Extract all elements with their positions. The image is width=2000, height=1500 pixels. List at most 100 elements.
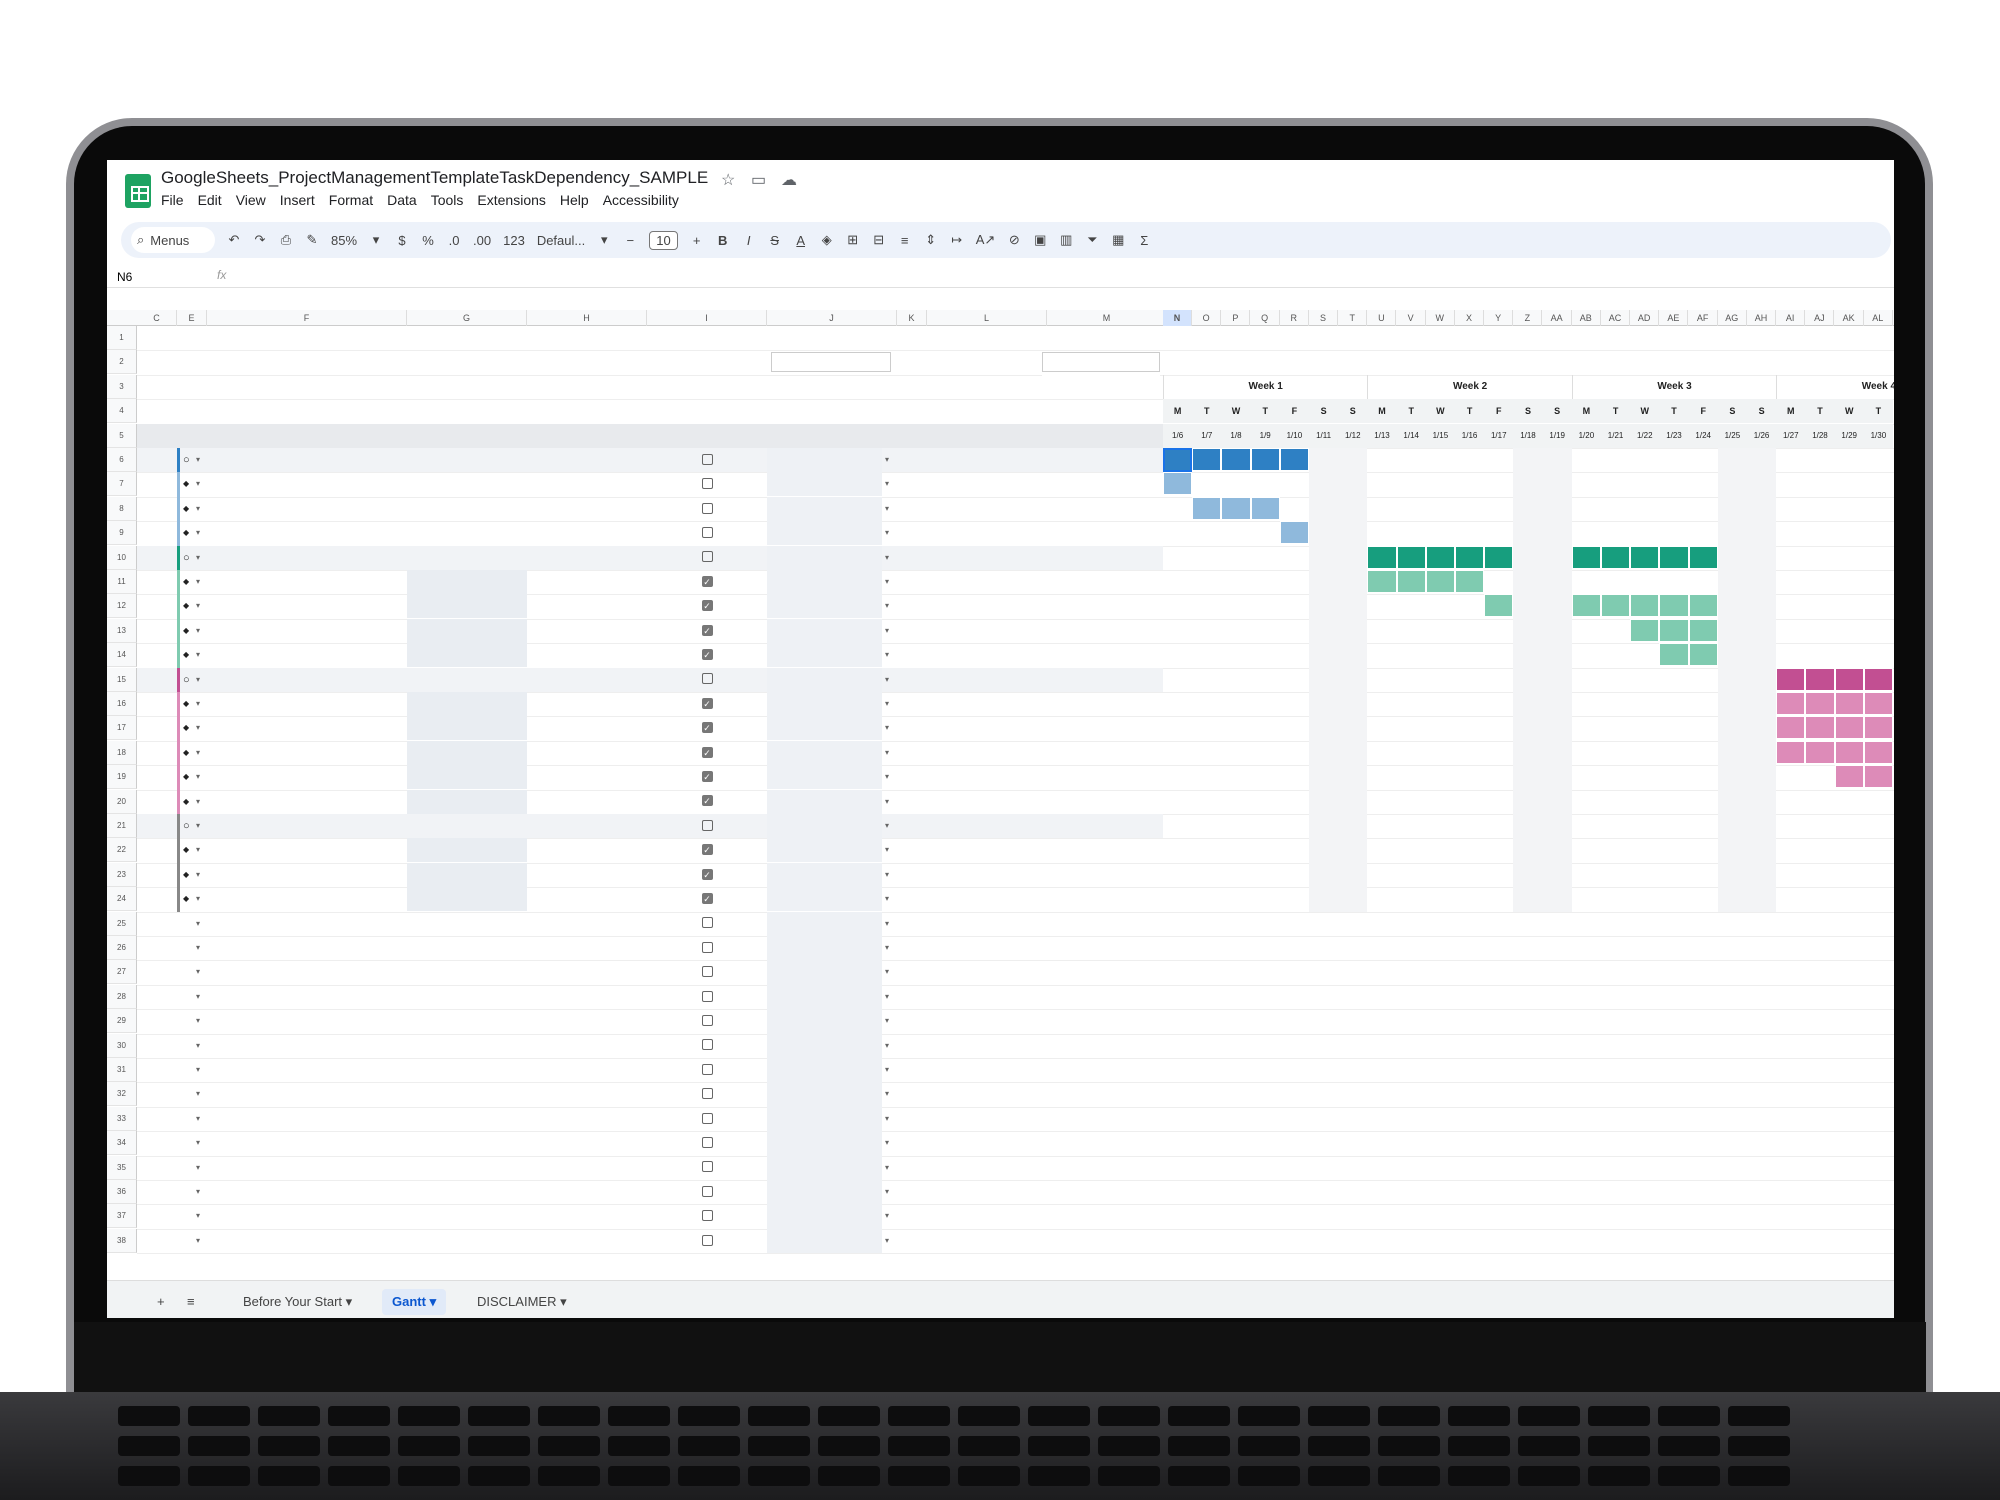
- column-header-u[interactable]: U: [1367, 310, 1397, 326]
- column-header-aa[interactable]: AA: [1543, 310, 1572, 326]
- dependency-id[interactable]: [897, 790, 927, 814]
- column-header-i[interactable]: I: [647, 310, 767, 326]
- manual-start[interactable]: [407, 716, 527, 741]
- exclude-weekends-select[interactable]: [1042, 352, 1160, 373]
- dependency-id[interactable]: [897, 741, 927, 765]
- column-header-ab[interactable]: AB: [1572, 310, 1601, 326]
- row-header[interactable]: 25: [107, 911, 137, 936]
- chevron-down-icon[interactable]: ▾: [885, 1041, 889, 1050]
- row-header[interactable]: 35: [107, 1155, 137, 1180]
- rotate-text-icon[interactable]: A↗: [976, 232, 996, 248]
- manual-start[interactable]: [407, 546, 527, 570]
- checkbox-icon[interactable]: [701, 1137, 713, 1149]
- currency-button[interactable]: $: [395, 233, 409, 248]
- dependency-type[interactable]: [767, 1155, 882, 1180]
- row-header[interactable]: 24: [107, 887, 137, 912]
- type-dropdown-icon[interactable]: ▾: [196, 699, 200, 708]
- use-dependency-checkbox[interactable]: [647, 594, 767, 618]
- menu-item-tools[interactable]: Tools: [431, 192, 464, 208]
- row-header[interactable]: 20: [107, 789, 137, 814]
- use-dependency-checkbox[interactable]: [647, 936, 767, 960]
- menu-item-file[interactable]: File: [161, 192, 184, 208]
- dependency-type[interactable]: [767, 618, 882, 643]
- dependency-id[interactable]: [897, 497, 927, 521]
- type-dropdown-icon[interactable]: ▾: [196, 1163, 200, 1172]
- tab-gantt[interactable]: Gantt ▾: [382, 1289, 447, 1315]
- type-dropdown-icon[interactable]: ▾: [196, 772, 200, 781]
- type-dropdown-icon[interactable]: ▾: [196, 1211, 200, 1220]
- column-header-p[interactable]: P: [1221, 310, 1251, 326]
- chevron-down-icon[interactable]: ▾: [885, 1114, 889, 1123]
- use-dependency-checkbox[interactable]: [647, 912, 767, 936]
- spreadsheet-grid[interactable]: C E F G H I J K L M N O P Q R S T U V W X Y Z AA AB AC AD AE AF AG AH A…: [107, 290, 1894, 1290]
- manual-start[interactable]: [407, 643, 527, 668]
- column-header-af[interactable]: AF: [1689, 310, 1718, 326]
- dependency-id[interactable]: [897, 546, 927, 570]
- type-dropdown-icon[interactable]: ▾: [196, 992, 200, 1001]
- manual-start[interactable]: [407, 814, 527, 838]
- manual-start[interactable]: [407, 497, 527, 521]
- column-header-y[interactable]: Y: [1484, 310, 1514, 326]
- align-icon[interactable]: ≡: [898, 233, 912, 248]
- duration[interactable]: [527, 887, 647, 911]
- type-dropdown-icon[interactable]: ▾: [196, 967, 200, 976]
- dependency-id[interactable]: [897, 570, 927, 594]
- type-dropdown-icon[interactable]: ▾: [196, 894, 200, 903]
- manual-start[interactable]: [407, 765, 527, 790]
- dependency-type[interactable]: [767, 887, 882, 912]
- chevron-down-icon[interactable]: ▾: [885, 772, 889, 781]
- row-header[interactable]: 6: [107, 448, 137, 472]
- column-header-q[interactable]: Q: [1251, 310, 1280, 326]
- dependency-id[interactable]: [897, 716, 927, 740]
- dependency-id[interactable]: [897, 643, 927, 667]
- type-dropdown-icon[interactable]: ▾: [196, 1114, 200, 1123]
- type-dropdown-icon[interactable]: ▾: [196, 650, 200, 659]
- checkbox-icon[interactable]: [701, 1161, 713, 1173]
- chevron-down-icon[interactable]: ▾: [885, 748, 889, 757]
- duration[interactable]: [527, 741, 647, 765]
- type-dropdown-icon[interactable]: ▾: [196, 1187, 200, 1196]
- manual-start[interactable]: [407, 448, 527, 472]
- chevron-down-icon[interactable]: ▾: [885, 1187, 889, 1196]
- row-header[interactable]: 31: [107, 1058, 137, 1082]
- more-formats-button[interactable]: 123: [503, 233, 525, 248]
- dependency-id[interactable]: [897, 692, 927, 716]
- checkbox-icon[interactable]: [701, 917, 713, 929]
- checkbox-icon[interactable]: [701, 868, 713, 880]
- dependency-type[interactable]: [767, 1033, 882, 1058]
- chevron-down-icon[interactable]: ▾: [885, 504, 889, 513]
- use-dependency-checkbox[interactable]: [647, 546, 767, 570]
- type-dropdown-icon[interactable]: ▾: [196, 821, 200, 830]
- duration[interactable]: [527, 619, 647, 643]
- use-dependency-checkbox[interactable]: [647, 570, 767, 594]
- type-dropdown-icon[interactable]: ▾: [196, 1065, 200, 1074]
- chevron-down-icon[interactable]: ▾: [885, 601, 889, 610]
- dependency-type[interactable]: [767, 1058, 882, 1083]
- filter-views-icon[interactable]: ▦: [1111, 232, 1125, 248]
- type-dropdown-icon[interactable]: ▾: [196, 675, 200, 684]
- use-dependency-checkbox[interactable]: [647, 1082, 767, 1106]
- duration[interactable]: [527, 448, 647, 472]
- chevron-down-icon[interactable]: ▾: [885, 1236, 889, 1245]
- duration[interactable]: [527, 521, 647, 545]
- row-header[interactable]: 3: [107, 374, 137, 399]
- dependency-type[interactable]: [767, 862, 882, 887]
- column-header-al[interactable]: AL: [1864, 310, 1893, 326]
- type-dropdown-icon[interactable]: ▾: [196, 455, 200, 464]
- type-dropdown-icon[interactable]: ▾: [196, 479, 200, 488]
- chevron-down-icon[interactable]: ▾: [885, 1089, 889, 1098]
- use-dependency-checkbox[interactable]: [647, 716, 767, 740]
- column-header-ak[interactable]: AK: [1835, 310, 1864, 326]
- chevron-down-icon[interactable]: ▾: [885, 650, 889, 659]
- type-dropdown-icon[interactable]: ▾: [196, 748, 200, 757]
- use-dependency-checkbox[interactable]: [647, 497, 767, 521]
- bold-icon[interactable]: B: [716, 233, 730, 248]
- checkbox-icon[interactable]: [701, 819, 713, 831]
- duration[interactable]: [527, 790, 647, 814]
- percent-button[interactable]: %: [421, 233, 435, 248]
- chevron-down-icon[interactable]: ▾: [885, 455, 889, 464]
- checkbox-icon[interactable]: [701, 697, 713, 709]
- chevron-down-icon[interactable]: ▾: [885, 967, 889, 976]
- manual-start[interactable]: [407, 789, 527, 814]
- checkbox-icon[interactable]: [701, 722, 713, 734]
